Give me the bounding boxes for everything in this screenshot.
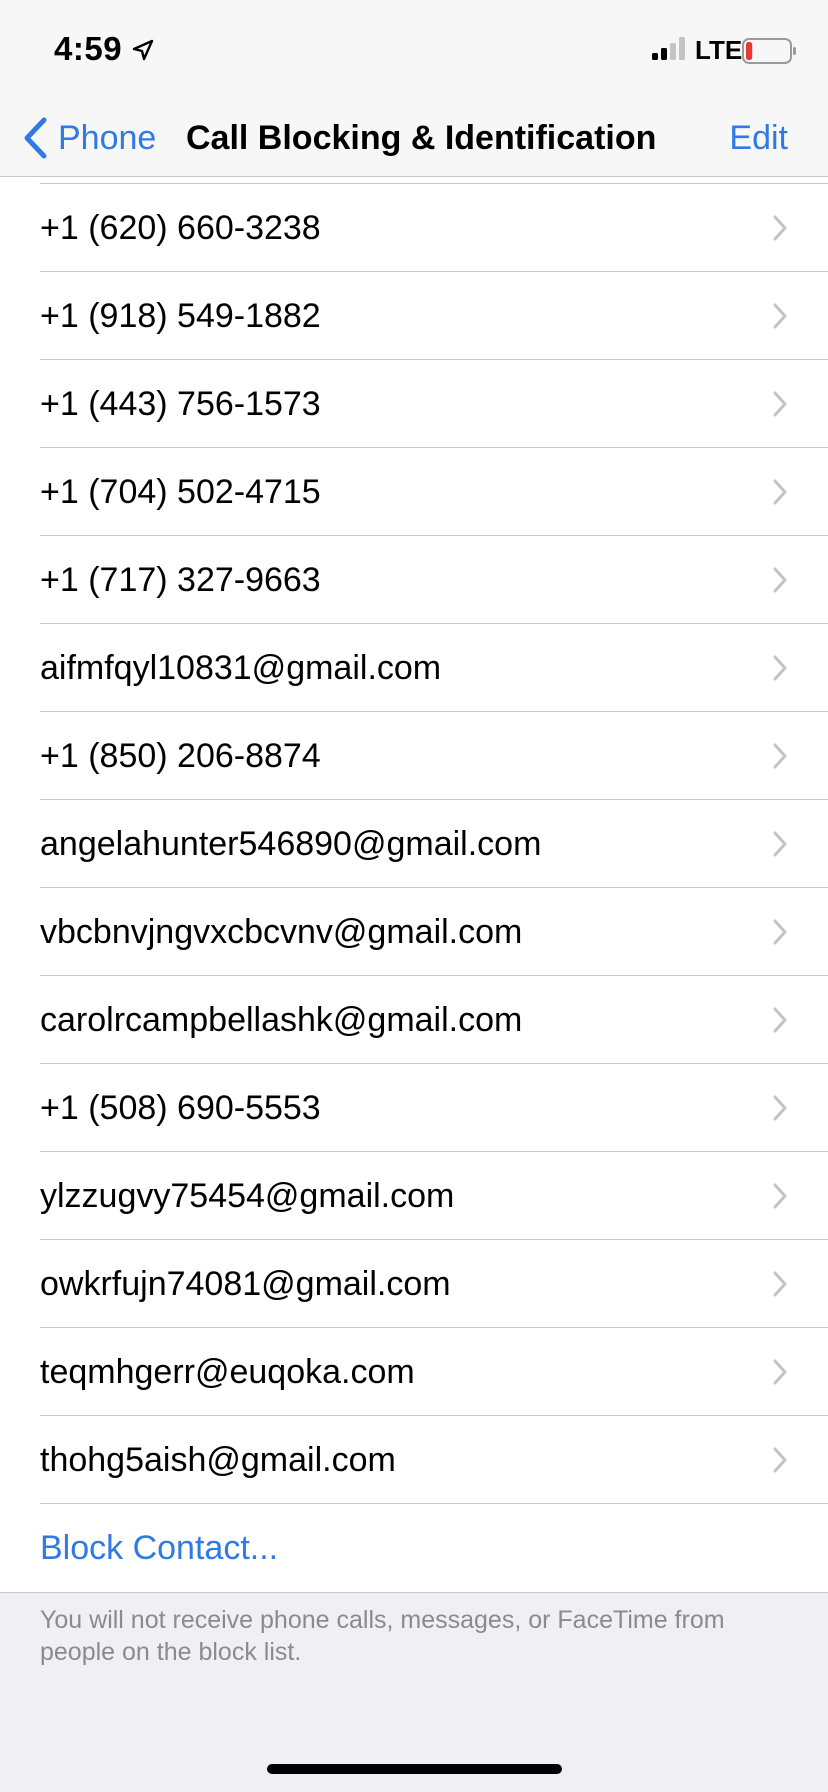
- chevron-right-icon: [773, 743, 787, 769]
- block-contact-label: Block Contact...: [40, 1528, 279, 1567]
- blocked-list-item[interactable]: +1 (443) 756-1573: [0, 360, 828, 448]
- block-contact-button[interactable]: Block Contact...: [0, 1504, 828, 1592]
- chevron-right-icon: [773, 919, 787, 945]
- blocked-item-label: ylzzugvy75454@gmail.com: [40, 1176, 455, 1215]
- blocked-item-label: +1 (443) 756-1573: [40, 384, 321, 423]
- page-title: Call Blocking & Identification: [186, 119, 657, 157]
- blocked-item-label: thohg5aish@gmail.com: [40, 1440, 396, 1479]
- blocked-item-label: owkrfujn74081@gmail.com: [40, 1264, 451, 1303]
- blocked-item-label: angelahunter546890@gmail.com: [40, 824, 542, 863]
- blocked-item-label: +1 (620) 660-3238: [40, 208, 321, 247]
- chevron-right-icon: [773, 655, 787, 681]
- edit-button[interactable]: Edit: [729, 110, 788, 166]
- chevron-right-icon: [773, 1271, 787, 1297]
- blocked-item-label: vbcbnvjngvxcbcvnv@gmail.com: [40, 912, 523, 951]
- blocked-list-item[interactable]: +1 (620) 660-3238: [0, 184, 828, 272]
- blocked-list-item[interactable]: +1 (717) 327-9663: [0, 536, 828, 624]
- blocked-list-item[interactable]: +1 (918) 549-1882: [0, 272, 828, 360]
- status-bar: 4:59 LTE: [0, 0, 828, 100]
- chevron-right-icon: [773, 215, 787, 241]
- blocked-item-label: +1 (717) 327-9663: [40, 560, 321, 599]
- blocked-list-item[interactable]: teqmhgerr@euqoka.com: [0, 1328, 828, 1416]
- blocked-item-label: teqmhgerr@euqoka.com: [40, 1352, 415, 1391]
- network-type: LTE: [695, 35, 743, 65]
- status-time: 4:59: [54, 30, 123, 67]
- battery-low-icon: [742, 38, 796, 64]
- chevron-right-icon: [773, 1447, 787, 1473]
- blocked-item-label: carolrcampbellashk@gmail.com: [40, 1000, 523, 1039]
- home-indicator[interactable]: [267, 1764, 562, 1774]
- blocked-contacts-list: +1 (620) 660-3238 +1 (918) 549-1882 +1 (44…: [0, 177, 828, 1593]
- blocked-list-item[interactable]: carolrcampbellashk@gmail.com: [0, 976, 828, 1064]
- chevron-right-icon: [773, 1007, 787, 1033]
- blocked-item-label: +1 (704) 502-4715: [40, 472, 321, 511]
- blocked-item-label: +1 (850) 206-8874: [40, 736, 321, 775]
- blocked-item-label: +1 (508) 690-5553: [40, 1088, 321, 1127]
- block-list-footer-note: You will not receive phone calls, messag…: [40, 1606, 725, 1666]
- blocked-list-item[interactable]: owkrfujn74081@gmail.com: [0, 1240, 828, 1328]
- navigation-bar: Phone Call Blocking & Identification Edi…: [0, 100, 828, 177]
- chevron-right-icon: [773, 567, 787, 593]
- chevron-right-icon: [773, 1183, 787, 1209]
- blocked-list-item[interactable]: +1 (704) 502-4715: [0, 448, 828, 536]
- blocked-list-item[interactable]: vbcbnvjngvxcbcvnv@gmail.com: [0, 888, 828, 976]
- chevron-right-icon: [773, 1095, 787, 1121]
- blocked-list-item[interactable]: angelahunter546890@gmail.com: [0, 800, 828, 888]
- chevron-right-icon: [773, 303, 787, 329]
- blocked-rows: +1 (620) 660-3238 +1 (918) 549-1882 +1 (44…: [0, 184, 828, 1504]
- blocked-item-label: aifmfqyl10831@gmail.com: [40, 648, 442, 687]
- back-button-label: Phone: [58, 118, 157, 157]
- blocked-list-item[interactable]: +1 (508) 690-5553: [0, 1064, 828, 1152]
- cellular-signal-icon: [652, 37, 685, 60]
- chevron-right-icon: [773, 831, 787, 857]
- blocked-item-label: +1 (918) 549-1882: [40, 296, 321, 335]
- blocked-list-item[interactable]: +1 (850) 206-8874: [0, 712, 828, 800]
- back-button[interactable]: Phone: [22, 108, 156, 168]
- chevron-right-icon: [773, 479, 787, 505]
- chevron-right-icon: [773, 1359, 787, 1385]
- blocked-list-item[interactable]: ylzzugvy75454@gmail.com: [0, 1152, 828, 1240]
- chevron-right-icon: [773, 391, 787, 417]
- blocked-list-item[interactable]: aifmfqyl10831@gmail.com: [0, 624, 828, 712]
- blocked-list-item[interactable]: thohg5aish@gmail.com: [0, 1416, 828, 1504]
- location-arrow-icon: [132, 39, 154, 61]
- screen: 4:59 LTE Phone Call Blocking & Identific…: [0, 0, 828, 1792]
- chevron-left-icon: [24, 117, 47, 159]
